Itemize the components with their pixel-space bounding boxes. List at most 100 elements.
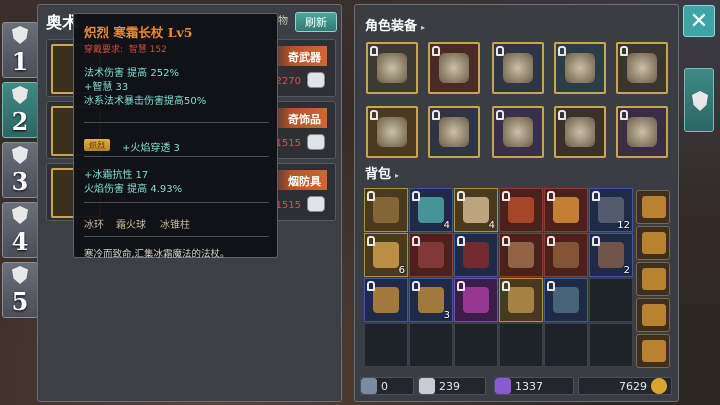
shield-icon (12, 26, 28, 44)
lock-icon (592, 191, 600, 201)
close-button[interactable]: ✕ (683, 5, 715, 37)
shop-tag: 物 (278, 16, 288, 27)
armor-icon (503, 53, 533, 83)
chest-icon (642, 196, 666, 218)
currency-icon (307, 72, 325, 88)
tab-2[interactable]: 2 (2, 82, 38, 138)
equipment-slot[interactable] (492, 106, 544, 158)
equipment-slot[interactable] (428, 106, 480, 158)
refresh-button[interactable]: 刷新 (295, 12, 337, 32)
gem-currency: 1337 (494, 377, 574, 395)
tab-number: 2 (11, 107, 29, 136)
mana-count: 239 (439, 379, 460, 393)
bag-slot[interactable] (364, 278, 408, 322)
tab-4[interactable]: 4 (2, 202, 38, 258)
bag-item-icon (508, 197, 534, 223)
bag-slot[interactable]: 4 (454, 188, 498, 232)
bag-item-icon (418, 242, 444, 268)
lock-icon (457, 281, 465, 291)
shield-icon (692, 91, 708, 111)
bag-slot[interactable] (454, 323, 498, 367)
req-label: 穿戴要求: (84, 45, 124, 55)
stack-count: 3 (443, 310, 450, 321)
shield-icon (12, 86, 28, 104)
equipment-title: 角色装备 (365, 19, 418, 34)
ring-icon (565, 53, 595, 83)
bag-side-slot[interactable] (636, 334, 670, 368)
lock-icon (367, 236, 375, 246)
bag-slot[interactable] (544, 188, 588, 232)
bag-slot[interactable] (409, 323, 453, 367)
bag-side-slot[interactable] (636, 298, 670, 332)
equipment-slot[interactable] (554, 106, 606, 158)
bag-item-icon (508, 242, 534, 268)
bag-slot[interactable] (454, 233, 498, 277)
item-price: 1515 (275, 200, 301, 211)
tooltip-stat: 火焰伤害 提高 4.93% (84, 184, 183, 195)
lock-icon (558, 46, 566, 56)
equipment-slot[interactable] (366, 106, 418, 158)
bag-slot[interactable]: 6 (364, 233, 408, 277)
bag-item-icon (463, 197, 489, 223)
equipment-slot[interactable] (616, 106, 668, 158)
bag-slot[interactable] (544, 278, 588, 322)
tab-3[interactable]: 3 (2, 142, 38, 198)
divider (84, 236, 269, 237)
bag-side-slot[interactable] (636, 262, 670, 296)
bag-slot[interactable]: 2 (589, 233, 633, 277)
bag-slot[interactable] (499, 323, 543, 367)
bag-item-icon (418, 197, 444, 223)
bag-slot[interactable] (544, 233, 588, 277)
equipment-slot[interactable] (366, 42, 418, 94)
bag-item-icon (553, 242, 579, 268)
lock-icon (620, 46, 628, 56)
bag-slot[interactable] (499, 188, 543, 232)
item-name: 烟防具 (288, 175, 321, 188)
bag-slot[interactable] (589, 323, 633, 367)
skill-label: 霜火球 (116, 220, 146, 231)
lock-icon (457, 236, 465, 246)
bag-slot[interactable] (409, 233, 453, 277)
bag-slot[interactable]: 3 (409, 278, 453, 322)
bag-side-slot[interactable] (636, 190, 670, 224)
bag-slot[interactable] (454, 278, 498, 322)
shoulder-icon (627, 117, 657, 147)
item-price: 2270 (275, 76, 301, 87)
lock-icon (367, 191, 375, 201)
item-price: 1515 (275, 138, 301, 149)
equipment-side-tab[interactable] (684, 68, 714, 132)
affix-badge: 炽烈 (84, 139, 110, 151)
equipment-slot[interactable] (428, 42, 480, 94)
lock-icon (620, 110, 628, 120)
item-tooltip: 炽烈 寒霜长杖 Lv5 穿戴要求: 智慧 152 法术伤害 提高 252% +智… (73, 13, 278, 260)
tab-5[interactable]: 5 (2, 262, 38, 318)
tab-1[interactable]: 1 (2, 22, 38, 78)
bag-slot[interactable] (364, 323, 408, 367)
lock-icon (412, 236, 420, 246)
tab-number: 5 (11, 287, 29, 316)
currency-icon (307, 196, 325, 212)
equipment-slot[interactable] (616, 42, 668, 94)
bag-slot[interactable] (499, 278, 543, 322)
bag-slot[interactable] (364, 188, 408, 232)
gauntlet-icon (439, 117, 469, 147)
bag-slot[interactable] (589, 278, 633, 322)
bag-slot[interactable] (499, 233, 543, 277)
stack-count: 12 (617, 220, 630, 231)
equipment-slot[interactable] (554, 42, 606, 94)
equipment-slot[interactable] (492, 42, 544, 94)
bag-side-slot[interactable] (636, 226, 670, 260)
bag-section-title: 背包 ▸ (365, 163, 399, 182)
bag-slot[interactable] (544, 323, 588, 367)
lock-icon (502, 281, 510, 291)
stack-count: 4 (443, 220, 450, 231)
bag-slot[interactable]: 4 (409, 188, 453, 232)
bag-slot[interactable]: 12 (589, 188, 633, 232)
shield-icon (12, 266, 28, 284)
boots-icon (503, 117, 533, 147)
gem-count: 1337 (515, 379, 543, 393)
gear-icon (361, 378, 377, 394)
stack-count: 4 (488, 220, 495, 231)
tooltip-item-name: 炽烈 寒霜长杖 Lv5 (84, 25, 193, 40)
lock-icon (547, 236, 555, 246)
